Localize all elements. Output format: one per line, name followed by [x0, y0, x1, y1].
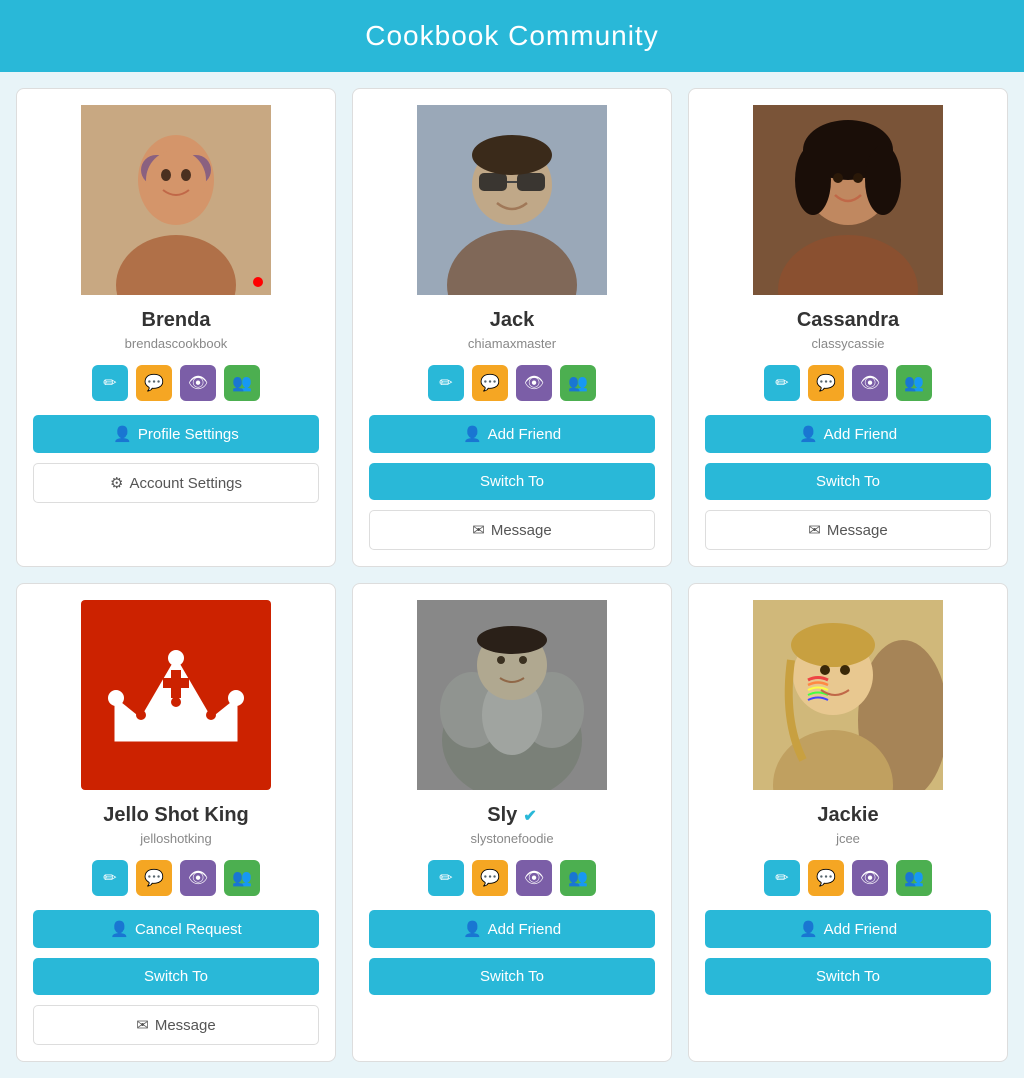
edit-icon-sly[interactable]: ✏ [428, 860, 464, 896]
view-icon-jello[interactable]: 👁 [180, 860, 216, 896]
brenda-photo [81, 105, 271, 295]
online-indicator [253, 277, 263, 287]
header-title: Cookbook Community [365, 20, 658, 52]
chat-icon-brenda[interactable]: 💬 [136, 365, 172, 401]
avatar-sly [417, 600, 607, 790]
view-icon-jackie[interactable]: 👁 [852, 860, 888, 896]
card-jello-shot-king: Jello Shot King jelloshotking ✏ 💬 👁 👥 👤 … [16, 583, 336, 1062]
action-icons-jackie: ✏ 💬 👁 👥 [764, 860, 932, 896]
profile-settings-icon: 👤 [113, 425, 132, 443]
account-settings-button[interactable]: ⚙ Account Settings [33, 463, 319, 503]
add-friend-button-sly[interactable]: 👤 Add Friend [369, 910, 655, 948]
user-grid: Brenda brendascookbook ✏ 💬 👁 👥 👤 Profile… [0, 72, 1024, 1078]
jello-photo [81, 600, 271, 790]
avatar-cassandra [753, 105, 943, 295]
add-friend-button-jackie[interactable]: 👤 Add Friend [705, 910, 991, 948]
account-settings-icon: ⚙ [110, 474, 123, 492]
user-name-sly: Sly ✔ [487, 804, 536, 827]
group-icon-jackie[interactable]: 👥 [896, 860, 932, 896]
add-friend-icon-cassandra: 👤 [799, 425, 818, 443]
user-handle-cassandra: classycassie [812, 336, 885, 351]
group-icon-sly[interactable]: 👥 [560, 860, 596, 896]
user-handle-sly: slystonefoodie [470, 831, 553, 846]
view-icon-cassandra[interactable]: 👁 [852, 365, 888, 401]
card-jackie: Jackie jcee ✏ 💬 👁 👥 👤 Add Friend Switch … [688, 583, 1008, 1062]
action-icons-brenda: ✏ 💬 👁 👥 [92, 365, 260, 401]
switch-to-button-jackie[interactable]: Switch To [705, 958, 991, 995]
user-name-jackie: Jackie [817, 804, 878, 827]
chat-icon-cassandra[interactable]: 💬 [808, 365, 844, 401]
switch-to-button-jack[interactable]: Switch To [369, 463, 655, 500]
chat-icon-jackie[interactable]: 💬 [808, 860, 844, 896]
message-button-jack[interactable]: ✉ Message [369, 510, 655, 550]
add-friend-icon-jackie: 👤 [799, 920, 818, 938]
chat-icon-jack[interactable]: 💬 [472, 365, 508, 401]
add-friend-button-jack[interactable]: 👤 Add Friend [369, 415, 655, 453]
user-name-jack: Jack [490, 309, 535, 332]
edit-icon-jack[interactable]: ✏ [428, 365, 464, 401]
group-icon-jack[interactable]: 👥 [560, 365, 596, 401]
add-friend-button-cassandra[interactable]: 👤 Add Friend [705, 415, 991, 453]
card-cassandra: Cassandra classycassie ✏ 💬 👁 👥 👤 Add Fri… [688, 88, 1008, 567]
group-icon-jello[interactable]: 👥 [224, 860, 260, 896]
switch-to-button-sly[interactable]: Switch To [369, 958, 655, 995]
switch-to-button-jello[interactable]: Switch To [33, 958, 319, 995]
action-icons-cassandra: ✏ 💬 👁 👥 [764, 365, 932, 401]
action-icons-sly: ✏ 💬 👁 👥 [428, 860, 596, 896]
action-icons-jack: ✏ 💬 👁 👥 [428, 365, 596, 401]
card-jack: Jack chiamaxmaster ✏ 💬 👁 👥 👤 Add Friend … [352, 88, 672, 567]
switch-to-button-cassandra[interactable]: Switch To [705, 463, 991, 500]
view-icon-sly[interactable]: 👁 [516, 860, 552, 896]
user-handle-jackie: jcee [836, 831, 860, 846]
chat-icon-sly[interactable]: 💬 [472, 860, 508, 896]
view-icon-brenda[interactable]: 👁 [180, 365, 216, 401]
card-brenda: Brenda brendascookbook ✏ 💬 👁 👥 👤 Profile… [16, 88, 336, 567]
view-icon-jack[interactable]: 👁 [516, 365, 552, 401]
user-name-brenda: Brenda [142, 309, 211, 332]
user-name-cassandra: Cassandra [797, 309, 899, 332]
cancel-request-icon-jello: 👤 [110, 920, 129, 938]
message-icon-jello: ✉ [136, 1016, 149, 1034]
group-icon-cassandra[interactable]: 👥 [896, 365, 932, 401]
edit-icon-cassandra[interactable]: ✏ [764, 365, 800, 401]
profile-settings-button[interactable]: 👤 Profile Settings [33, 415, 319, 453]
chat-icon-jello[interactable]: 💬 [136, 860, 172, 896]
user-handle-brenda: brendascookbook [125, 336, 228, 351]
user-handle-jello: jelloshotking [140, 831, 212, 846]
avatar-jello [81, 600, 271, 790]
cancel-request-button-jello[interactable]: 👤 Cancel Request [33, 910, 319, 948]
user-name-jello: Jello Shot King [103, 804, 249, 827]
edit-icon-brenda[interactable]: ✏ [92, 365, 128, 401]
message-button-cassandra[interactable]: ✉ Message [705, 510, 991, 550]
avatar-jackie [753, 600, 943, 790]
message-icon-cassandra: ✉ [808, 521, 821, 539]
avatar-brenda [81, 105, 271, 295]
group-icon-brenda[interactable]: 👥 [224, 365, 260, 401]
avatar-jack [417, 105, 607, 295]
message-icon-jack: ✉ [472, 521, 485, 539]
app-header: Cookbook Community [0, 0, 1024, 72]
user-handle-jack: chiamaxmaster [468, 336, 556, 351]
action-icons-jello: ✏ 💬 👁 👥 [92, 860, 260, 896]
add-friend-icon-sly: 👤 [463, 920, 482, 938]
edit-icon-jackie[interactable]: ✏ [764, 860, 800, 896]
add-friend-icon-jack: 👤 [463, 425, 482, 443]
edit-icon-jello[interactable]: ✏ [92, 860, 128, 896]
verified-badge-sly: ✔ [523, 806, 536, 826]
message-button-jello[interactable]: ✉ Message [33, 1005, 319, 1045]
card-sly: Sly ✔ slystonefoodie ✏ 💬 👁 👥 👤 Add Frien… [352, 583, 672, 1062]
